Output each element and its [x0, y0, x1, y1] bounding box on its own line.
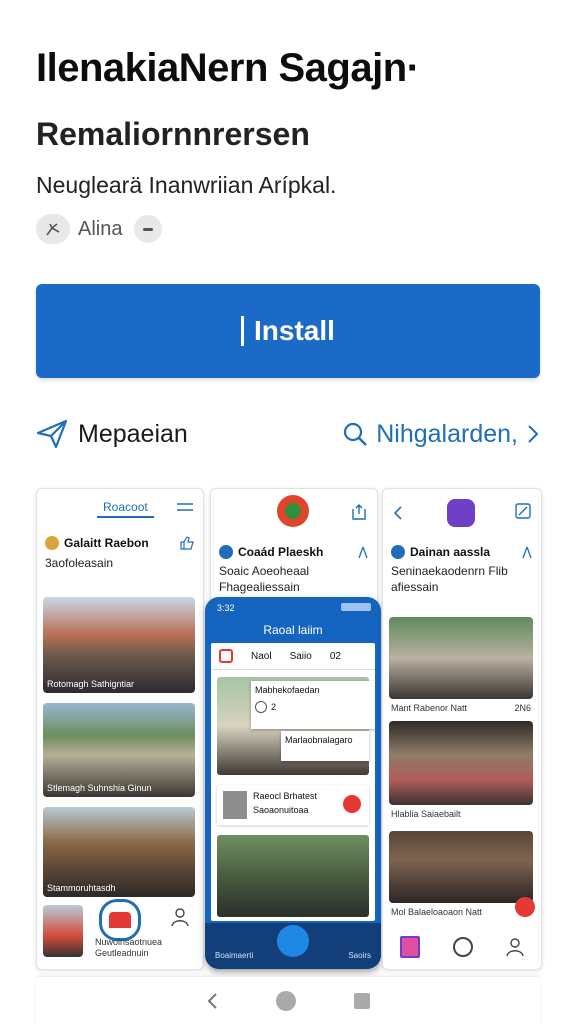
- photo[interactable]: Stlemagh Suhnshia Ginun: [43, 703, 195, 797]
- thumbnail: [223, 791, 247, 819]
- photo[interactable]: Rotomagh Sathigntiar: [43, 597, 195, 693]
- app-badge-icon: [447, 499, 475, 527]
- photo-caption: Hlablia Saiaebailt: [391, 809, 461, 819]
- app-title: IlenakiaNern Sagajn·: [36, 46, 420, 90]
- s1-card-title: Galaitt Raebon: [64, 536, 149, 550]
- chevron-right-icon: [528, 425, 539, 443]
- popup-card[interactable]: Mabhekofaedan 2: [251, 681, 375, 729]
- avatar: [391, 545, 405, 559]
- status-icons: [341, 603, 371, 611]
- phone-header: Raoal laiim: [263, 623, 323, 637]
- edit-icon[interactable]: [515, 503, 531, 519]
- s3-card-title: Dainan aassla: [410, 545, 491, 559]
- nav-back-icon[interactable]: [206, 992, 218, 1010]
- send-icon: [36, 419, 68, 449]
- search-icon: [344, 422, 368, 446]
- phone-tab[interactable]: Naol: [251, 651, 272, 662]
- install-label: Install: [254, 315, 335, 346]
- person-icon[interactable]: [521, 545, 533, 559]
- phone-mockup[interactable]: 3:32 Raoal laiim Naol Saiio 02 Mabhekofa…: [205, 597, 381, 969]
- photo[interactable]: [389, 831, 533, 903]
- s1-footer-line: Nuwolnsaotnuea: [95, 937, 163, 947]
- share-icon[interactable]: [351, 503, 367, 521]
- nav-recents-icon[interactable]: [354, 993, 370, 1009]
- avatar: [45, 536, 59, 550]
- nav-home-icon[interactable]: [276, 991, 296, 1011]
- profile-icon[interactable]: [506, 937, 525, 957]
- phone-time: 3:32: [217, 603, 235, 613]
- screenshot-3[interactable]: Dainan aassla Seninaekaodenrn Flib afies…: [382, 488, 542, 970]
- more-chip[interactable]: [134, 215, 163, 243]
- home-tab-icon[interactable]: [219, 649, 233, 663]
- s2-card-head: Coaád Plaeskh: [211, 537, 377, 559]
- photo[interactable]: [389, 617, 533, 699]
- s2-card-title: Coaád Plaeskh: [238, 545, 324, 559]
- app-subtitle: Remaliornnrersen: [36, 116, 310, 152]
- rating-label: Alina: [78, 217, 123, 240]
- photo-caption: Stammoruhtasdh: [47, 883, 116, 893]
- share-link-label: Mepaeian: [78, 419, 188, 448]
- s2-card-sub: Soaic Aoeoheaal Fhagealiessain: [219, 564, 310, 594]
- details-link-label: Nihgalarden,: [376, 419, 518, 448]
- s3-card-sub: Seninaekaodenrn Flib afiessain: [391, 564, 508, 594]
- phone-tabs: Naol Saiio 02: [211, 643, 375, 670]
- install-button[interactable]: Install: [36, 284, 540, 378]
- badge-icon[interactable]: [343, 795, 361, 813]
- popup-title: Mabhekofaedan: [255, 685, 320, 695]
- links-row: Mepaeian Nihgalarden,: [36, 414, 540, 454]
- s1-footer-line: Geutleadnuin: [95, 948, 149, 958]
- item-title: Raeocl Brhatest: [253, 791, 318, 801]
- hand-icon: [36, 214, 70, 244]
- popup-count: 2: [271, 702, 277, 712]
- list-item[interactable]: Raeocl Brhatest Saoaonuitoaa: [217, 785, 369, 825]
- app-badge-icon: [277, 495, 309, 527]
- photo[interactable]: Stammoruhtasdh: [43, 807, 195, 897]
- s1-footer: Nuwolnsaotnuea Geutleadnuin: [95, 937, 199, 959]
- photo-caption: Rotomagh Sathigntiar: [47, 679, 135, 689]
- photo[interactable]: [389, 721, 533, 805]
- phone-screen: Naol Saiio 02 Mabhekofaedan 2 Marlaobnal…: [211, 643, 375, 921]
- avatar: [219, 545, 233, 559]
- badge-icon[interactable]: [515, 897, 535, 917]
- s1-tab[interactable]: Roacoot: [97, 498, 154, 518]
- s3-card-head: Dainan aassla: [383, 537, 541, 559]
- thumbnail[interactable]: [43, 905, 83, 957]
- cursor-icon: [241, 316, 245, 346]
- screenshot-1[interactable]: Roacoot Galaitt Raebon 3aofoleasain Roto…: [36, 488, 204, 970]
- item-sub: Saoaonuitoaa: [253, 805, 309, 815]
- phone-bottom-bar: Boaimaerti Saoirs: [205, 923, 381, 969]
- meta-row: Alina: [36, 214, 163, 244]
- share-link[interactable]: Mepaeian: [36, 419, 188, 449]
- popup-text-card[interactable]: Marlaobnalagaro: [281, 731, 369, 761]
- caption-number: 2N6: [514, 703, 531, 713]
- profile-icon[interactable]: [171, 907, 189, 927]
- photo-caption: Mant Rabenor Natt: [391, 703, 468, 713]
- gallery-icon[interactable]: [399, 936, 420, 958]
- bottom-label[interactable]: Boaimaerti: [215, 951, 253, 960]
- photo-caption: Mol Balaeloaoaon Natt: [391, 907, 483, 917]
- fab-button[interactable]: [277, 925, 309, 957]
- app-tagline: Neuglearä Inanwriian Arípkal.: [36, 172, 337, 198]
- s3-bottom-bar: [383, 925, 541, 969]
- menu-icon[interactable]: [177, 502, 193, 514]
- photo-caption: Stlemagh Suhnshia Ginun: [47, 783, 152, 793]
- back-icon[interactable]: [393, 505, 403, 521]
- photo[interactable]: [217, 835, 369, 917]
- s1-topbar: Roacoot: [37, 489, 203, 527]
- details-link[interactable]: Nihgalarden,: [342, 420, 540, 449]
- bottom-label[interactable]: Saoirs: [348, 951, 371, 960]
- s1-card-sub: 3aofoleasain: [45, 556, 114, 570]
- phone-tab[interactable]: 02: [330, 651, 341, 662]
- thumbs-up-icon[interactable]: [179, 535, 195, 551]
- system-nav-bar: [36, 976, 540, 1025]
- person-icon[interactable]: [357, 545, 369, 559]
- phone-tab[interactable]: Saiio: [290, 651, 312, 662]
- s1-card-head: Galaitt Raebon: [37, 527, 203, 551]
- clock-icon[interactable]: [452, 937, 473, 957]
- app-logo-icon: [99, 899, 141, 941]
- clock-icon: [255, 701, 267, 713]
